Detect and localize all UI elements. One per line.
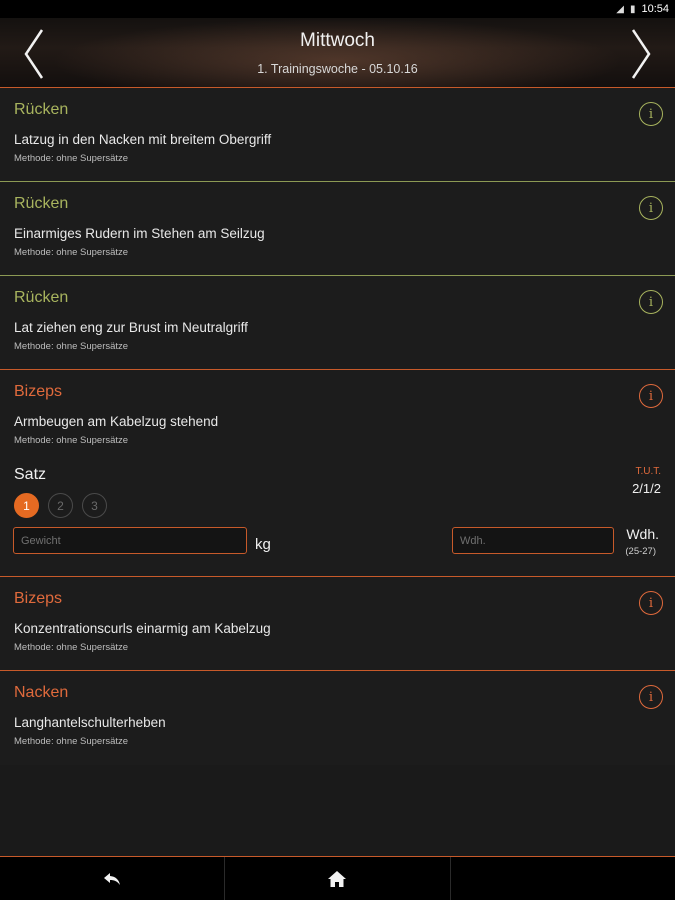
exercise-method: Methode: ohne Supersätze [14, 736, 129, 747]
exercise-category: Rücken [14, 195, 69, 212]
status-bar: ◢ ▮ 10:54 [0, 0, 675, 18]
reps-input[interactable] [452, 527, 614, 554]
set-selector-1[interactable]: 1 [14, 493, 39, 518]
back-button[interactable] [0, 857, 226, 900]
exercise-category: Rücken [14, 101, 69, 118]
weight-input[interactable] [13, 527, 247, 554]
battery-icon: ▮ [629, 3, 636, 15]
info-icon[interactable]: i [639, 384, 663, 408]
signal-icon: ◢ [616, 3, 624, 15]
reps-range: (25-27) [625, 546, 656, 557]
exercise-method: Methode: ohne Supersätze [14, 435, 129, 446]
exercise-name: Langhantelschulterheben [14, 715, 166, 730]
info-icon[interactable]: i [639, 290, 663, 314]
exercise-method: Methode: ohne Supersätze [14, 642, 129, 653]
exercise-name: Einarmiges Rudern im Stehen am Seilzug [14, 226, 265, 241]
back-arrow-icon [104, 872, 121, 885]
exercise-category: Bizeps [14, 383, 63, 400]
tut-value: 2/1/2 [632, 481, 661, 496]
empty-nav-slot [451, 857, 675, 900]
page-title: Mittwoch [300, 30, 375, 51]
exercise-list: Rücken Latzug in den Nacken mit breitem … [0, 88, 675, 765]
info-icon[interactable]: i [639, 102, 663, 126]
info-icon[interactable]: i [639, 196, 663, 220]
exercise-name: Latzug in den Nacken mit breitem Obergri… [14, 132, 272, 147]
set-selector-3[interactable]: 3 [82, 493, 107, 518]
tut-label: T.U.T. [635, 466, 661, 477]
home-icon [328, 870, 347, 887]
exercise-method: Methode: ohne Supersätze [14, 247, 129, 258]
exercise-category: Nacken [14, 684, 69, 701]
exercise-card[interactable]: Nacken Langhantelschulterheben Methode: … [0, 671, 675, 765]
reps-unit: Wdh. [626, 526, 659, 542]
exercise-category: Rücken [14, 289, 69, 306]
exercise-card[interactable]: Rücken Latzug in den Nacken mit breitem … [0, 88, 675, 182]
exercise-card-expanded[interactable]: Bizeps Armbeugen am Kabelzug stehend Met… [0, 370, 675, 577]
exercise-card[interactable]: Rücken Lat ziehen eng zur Brust im Neutr… [0, 276, 675, 370]
info-icon[interactable]: i [639, 591, 663, 615]
chevron-right-icon [631, 29, 651, 79]
set-selector-2[interactable]: 2 [48, 493, 73, 518]
set-label: Satz [14, 466, 47, 483]
exercise-name: Konzentrationscurls einarmig am Kabelzug [14, 621, 271, 636]
exercise-card[interactable]: Bizeps Konzentrationscurls einarmig am K… [0, 577, 675, 671]
exercise-method: Methode: ohne Supersätze [14, 153, 129, 164]
exercise-name: Armbeugen am Kabelzug stehend [14, 414, 219, 429]
info-icon[interactable]: i [639, 685, 663, 709]
exercise-name: Lat ziehen eng zur Brust im Neutralgriff [14, 320, 248, 335]
bottom-nav [0, 856, 675, 900]
exercise-method: Methode: ohne Supersätze [14, 341, 129, 352]
status-time: 10:54 [641, 3, 669, 15]
exercise-card[interactable]: Rücken Einarmiges Rudern im Stehen am Se… [0, 182, 675, 276]
weight-unit: kg [255, 536, 271, 553]
page-subtitle: 1. Trainingswoche - 05.10.16 [257, 62, 418, 76]
home-button[interactable] [225, 857, 451, 900]
exercise-category: Bizeps [14, 590, 63, 607]
next-day-button[interactable] [627, 26, 655, 82]
